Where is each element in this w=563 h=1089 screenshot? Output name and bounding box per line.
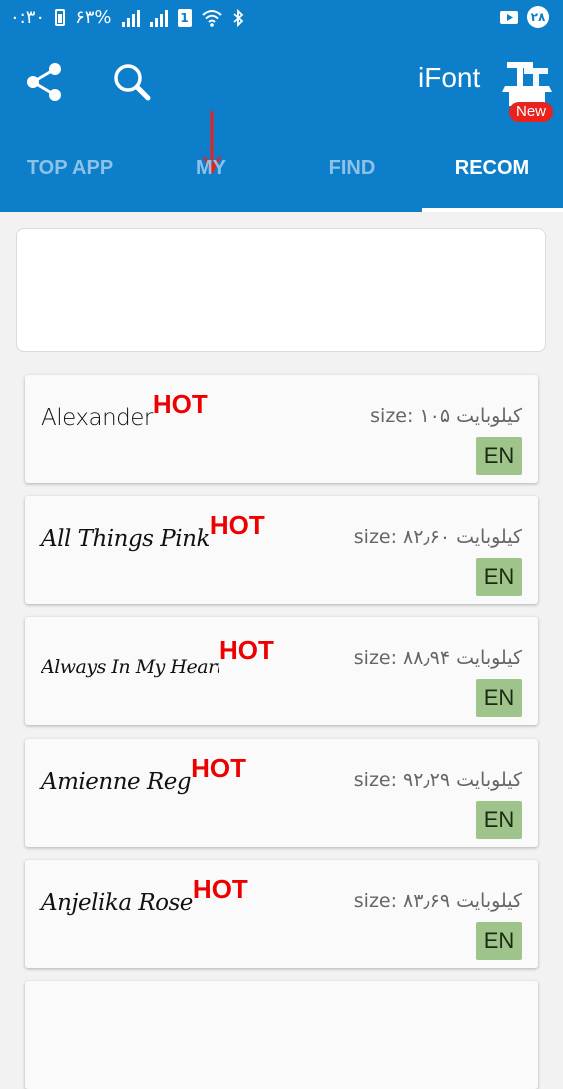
battery-icon bbox=[55, 9, 66, 26]
tab-my[interactable]: MY bbox=[141, 138, 281, 212]
notification-count-badge: ۲۸ bbox=[527, 6, 549, 28]
search-button[interactable] bbox=[110, 60, 154, 104]
search-icon bbox=[114, 64, 151, 101]
font-card[interactable]: Anjelika RoseHOT size: ۸۳٫۶۹ کیلوبایت EN bbox=[25, 860, 538, 968]
font-size-label: size: ۱۰۵ کیلوبایت bbox=[370, 405, 522, 427]
tab-recom[interactable]: RECOM bbox=[422, 138, 562, 212]
banner-box bbox=[16, 228, 546, 352]
hot-badge: HOT bbox=[191, 753, 246, 783]
font-size-label: size: ۸۸٫۹۴ کیلوبایت bbox=[353, 647, 522, 669]
signal-icon bbox=[121, 9, 140, 27]
share-icon bbox=[27, 63, 61, 101]
battery-percent: ۶۳% bbox=[75, 7, 112, 28]
app-title: iFont bbox=[418, 62, 481, 93]
status-left: ۰:۳۰ ۶۳% 1 bbox=[10, 7, 244, 28]
font-name: Anjelika RoseHOT bbox=[41, 874, 248, 916]
tab-top-app[interactable]: TOP APP bbox=[0, 138, 140, 212]
font-name: Amienne RegHOT bbox=[41, 753, 246, 795]
ifont-logo-icon bbox=[502, 58, 552, 108]
font-size-label: size: ۸۳٫۶۹ کیلوبایت bbox=[353, 890, 522, 912]
hot-badge: HOT bbox=[219, 635, 274, 665]
bluetooth-icon bbox=[232, 8, 243, 27]
font-card[interactable] bbox=[25, 981, 538, 1089]
status-bar: ۰:۳۰ ۶۳% 1 ۲۸ bbox=[0, 0, 563, 38]
media-icon bbox=[500, 11, 518, 24]
language-badge: EN bbox=[476, 801, 522, 839]
tab-bar: TOP APP MY FIND RECOM bbox=[0, 138, 563, 212]
new-badge: New bbox=[509, 102, 554, 122]
font-name: All Things PinkHOT bbox=[41, 510, 265, 552]
font-size-label: size: ۸۲٫۶۰ کیلوبایت bbox=[353, 526, 522, 548]
tab-indicator bbox=[422, 208, 563, 212]
sim-icon: 1 bbox=[177, 8, 192, 27]
share-button[interactable] bbox=[22, 60, 66, 104]
status-time: ۰:۳۰ bbox=[10, 7, 46, 28]
hot-badge: HOT bbox=[152, 389, 208, 419]
font-card[interactable]: AlexanderHOT size: ۱۰۵ کیلوبایت EN bbox=[25, 375, 538, 483]
font-card[interactable]: Always In My HeartHOT size: ۸۸٫۹۴ کیلوبا… bbox=[25, 617, 538, 725]
hot-badge: HOT bbox=[192, 874, 248, 904]
language-badge: EN bbox=[476, 679, 522, 717]
font-name: AlexanderHOT bbox=[41, 389, 208, 431]
font-size-label: size: ۹۲٫۲۹ کیلوبایت bbox=[353, 769, 522, 791]
signal-2-icon bbox=[149, 9, 168, 27]
font-card[interactable]: All Things PinkHOT size: ۸۲٫۶۰ کیلوبایت … bbox=[25, 496, 538, 604]
language-badge: EN bbox=[476, 437, 522, 475]
language-badge: EN bbox=[476, 922, 522, 960]
tab-find[interactable]: FIND bbox=[282, 138, 422, 212]
language-badge: EN bbox=[476, 558, 522, 596]
status-right: ۲۸ bbox=[499, 6, 549, 28]
wifi-icon bbox=[201, 9, 222, 27]
hot-badge: HOT bbox=[209, 510, 265, 540]
app-bar: iFont TOP APP MY FIND RECOM bbox=[0, 38, 563, 212]
font-name: Always In My HeartHOT bbox=[41, 635, 274, 678]
font-card[interactable]: Amienne RegHOT size: ۹۲٫۲۹ کیلوبایت EN bbox=[25, 739, 538, 847]
